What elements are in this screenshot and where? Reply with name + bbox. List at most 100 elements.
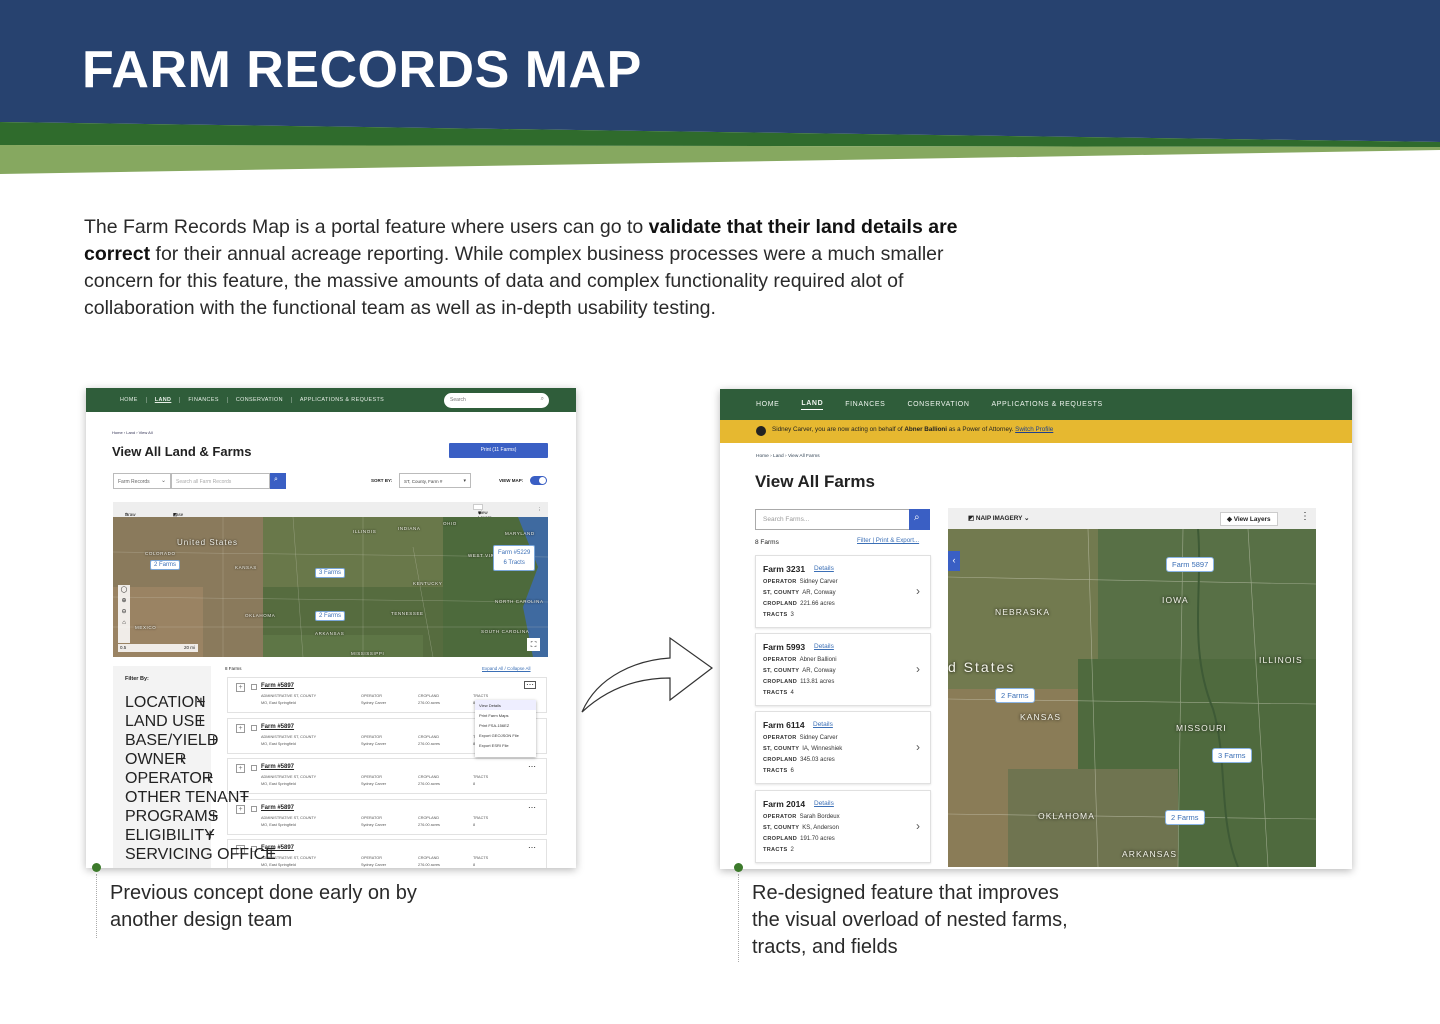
old-view-map-toggle[interactable] [530, 476, 547, 485]
map-label: United States [177, 538, 239, 547]
farm-tracts: TRACTS 3 [763, 612, 794, 618]
cluster-pin[interactable]: 2 Farms [1165, 810, 1205, 825]
row-checkbox[interactable] [251, 765, 257, 771]
old-map-zoom-controls: ◯ ⊕ ⊖ ⌂ [118, 585, 130, 643]
old-filter-item[interactable]: SERVICING OFFICE + [125, 846, 276, 864]
chevron-right-icon[interactable]: › [916, 819, 920, 833]
old-farm-pin[interactable]: Farm #5229 6 Tracts [493, 545, 536, 571]
row-checkbox[interactable] [251, 724, 257, 731]
new-view-layers-button[interactable]: ◆ View Layers [1220, 512, 1278, 526]
old-search-input[interactable]: Search ⌕ [444, 393, 549, 408]
old-farm-cropland: CROPLAND 276.00 acres [418, 855, 440, 868]
new-search-input[interactable]: Search Farms... [755, 509, 910, 530]
old-farm-title[interactable]: Farm #5897 [261, 724, 294, 730]
old-filter-item[interactable]: OTHER TENANT + [125, 789, 249, 807]
old-nav-home[interactable]: HOME [112, 397, 147, 403]
old-nav-conservation[interactable]: CONSERVATION [228, 397, 292, 403]
old-filter-item[interactable]: OPERATOR + [125, 770, 213, 788]
cluster-pin[interactable]: 2 Farms [995, 688, 1035, 703]
farm-details-link[interactable]: Details [814, 643, 834, 650]
row-checkbox[interactable] [251, 684, 257, 690]
new-nav-land[interactable]: LAND [801, 400, 824, 410]
old-farm-title[interactable]: Farm #5897 [261, 764, 294, 770]
old-nav-applications[interactable]: APPLICATIONS & REQUESTS [292, 397, 392, 403]
old-cluster-pin[interactable]: 2 Farms [150, 560, 181, 570]
new-nav-conservation[interactable]: CONSERVATION [907, 401, 969, 408]
more-vertical-icon[interactable]: ⋮ [1300, 511, 1310, 522]
old-search-button[interactable]: ⌕ [270, 473, 286, 489]
farm-operator: OPERATOR Sidney Carver [763, 579, 838, 585]
old-filter-item[interactable]: LOCATION + [125, 694, 206, 712]
row-checkbox[interactable] [251, 805, 257, 812]
caption-dot [92, 863, 101, 872]
expand-icon[interactable]: + [236, 723, 245, 733]
menu-item-export-esri[interactable]: Export ESRI File [475, 740, 536, 750]
home-icon[interactable]: ⌂ [118, 618, 130, 629]
cropland-label: CROPLAND [763, 757, 798, 763]
farm-card[interactable]: Farm 3231 Details OPERATOR Sidney Carver ST,… [755, 555, 931, 628]
old-satellite-map[interactable]: United States KANSAS ILLINOIS INDIANA OH… [113, 517, 548, 657]
zoom-in-icon[interactable]: ⊕ [118, 596, 130, 607]
old-filter-item[interactable]: OWNER + [125, 751, 186, 769]
old-farm-title[interactable]: Farm #5897 [261, 805, 294, 811]
chevron-right-icon[interactable]: › [916, 584, 920, 598]
chevron-right-icon[interactable]: › [916, 662, 920, 676]
more-horizontal-icon[interactable]: ⋯ [528, 803, 536, 812]
old-view-layers-button[interactable]: ◆ View Layers [473, 504, 492, 520]
tracts-value: 8 [473, 863, 476, 867]
old-nav-land[interactable]: LAND [147, 397, 181, 403]
operator-label: OPERATOR [361, 815, 382, 820]
old-nav-finances[interactable]: FINANCES [180, 397, 228, 403]
operator-label: OPERATOR [763, 579, 797, 585]
imagery-select[interactable]: ◩ NAIP IMAGERY ⌄ [968, 514, 1029, 522]
new-nav-home[interactable]: HOME [756, 401, 779, 408]
more-vertical-icon[interactable]: ⋮ [537, 507, 542, 513]
chevron-right-icon[interactable]: › [916, 740, 920, 754]
old-cluster-pin[interactable]: 3 Farms [315, 568, 346, 578]
operator-value: Sydney Carver [361, 701, 387, 705]
farm-card[interactable]: Farm 2014 Details OPERATOR Sarah Bordeux ST,… [755, 790, 931, 863]
collapse-panel-icon[interactable]: ‹ [948, 551, 960, 571]
map-label: KANSAS [1020, 712, 1062, 722]
old-filter-item[interactable]: BASE/YIELD + [125, 732, 218, 750]
old-farm-title[interactable]: Farm #5897 [261, 683, 294, 689]
old-row-actions-menu: View Details Print Farm Maps Print FSA-1… [475, 700, 536, 757]
lasso-icon[interactable]: ◯ [118, 585, 130, 596]
farm-card[interactable]: Farm 6114 Details OPERATOR Sidney Carver ST,… [755, 711, 931, 784]
old-filter-item[interactable]: LAND USE + [125, 713, 205, 731]
more-horizontal-icon[interactable]: ⋯ [528, 843, 536, 852]
farm-pin[interactable]: Farm 5897 [1166, 557, 1215, 572]
old-filter-item[interactable]: PROGRAMS + [125, 808, 218, 826]
farm-card[interactable]: Farm 5993 Details OPERATOR Abner Ballioni ST… [755, 633, 931, 706]
expand-icon[interactable]: + [236, 683, 245, 692]
old-record-type-select[interactable]: Farm Records ⌄ [113, 473, 171, 489]
filter-print-links[interactable]: Filter | Print & Export... [857, 537, 919, 544]
old-records-search-input[interactable]: Search all Farm Records [171, 473, 270, 489]
menu-item-print-maps[interactable]: Print Farm Maps [475, 710, 536, 720]
new-satellite-map[interactable]: NEBRASKA IOWA ILLINOIS d States KANSAS M… [948, 529, 1316, 867]
zoom-out-icon[interactable]: ⊖ [118, 607, 130, 618]
new-search-button[interactable]: ⌕ [909, 509, 930, 530]
farm-details-link[interactable]: Details [814, 800, 834, 807]
fullscreen-icon[interactable]: ⛶ [527, 638, 540, 651]
old-farm-row[interactable]: + Farm #5897 ADMINISTRATIVE ST, COUNTY MO, … [227, 758, 547, 794]
old-farm-row[interactable]: + Farm #5897 ADMINISTRATIVE ST, COUNTY MO, … [227, 798, 547, 835]
more-horizontal-icon[interactable]: ⋯ [528, 762, 536, 771]
menu-item-print-form[interactable]: Print FSA-156EZ [475, 720, 536, 730]
expand-icon[interactable]: + [236, 764, 245, 773]
old-cluster-pin[interactable]: 2 Farms [315, 611, 346, 621]
more-horizontal-icon[interactable]: ⋯ [524, 681, 536, 689]
cluster-pin[interactable]: 3 Farms [1212, 748, 1252, 763]
new-nav-finances[interactable]: FINANCES [845, 401, 885, 408]
menu-item-view-details[interactable]: View Details [475, 700, 536, 710]
old-print-button[interactable]: Print (11 Farms) [449, 443, 548, 458]
farm-details-link[interactable]: Details [814, 565, 834, 572]
old-filter-item[interactable]: ELIGIBILITY + [125, 827, 215, 845]
farm-details-link[interactable]: Details [813, 721, 833, 728]
new-nav-applications[interactable]: APPLICATIONS & REQUESTS [992, 401, 1103, 408]
caret-down-icon: ▾ [463, 478, 466, 484]
menu-item-export-geojson[interactable]: Export GEOJSON File [475, 730, 536, 740]
old-sort-select[interactable]: ST, County, Farm # ▾ [399, 473, 471, 488]
switch-profile-link[interactable]: Switch Profile [1015, 426, 1053, 433]
old-expand-collapse[interactable]: Expand All / Collapse All [482, 666, 531, 671]
